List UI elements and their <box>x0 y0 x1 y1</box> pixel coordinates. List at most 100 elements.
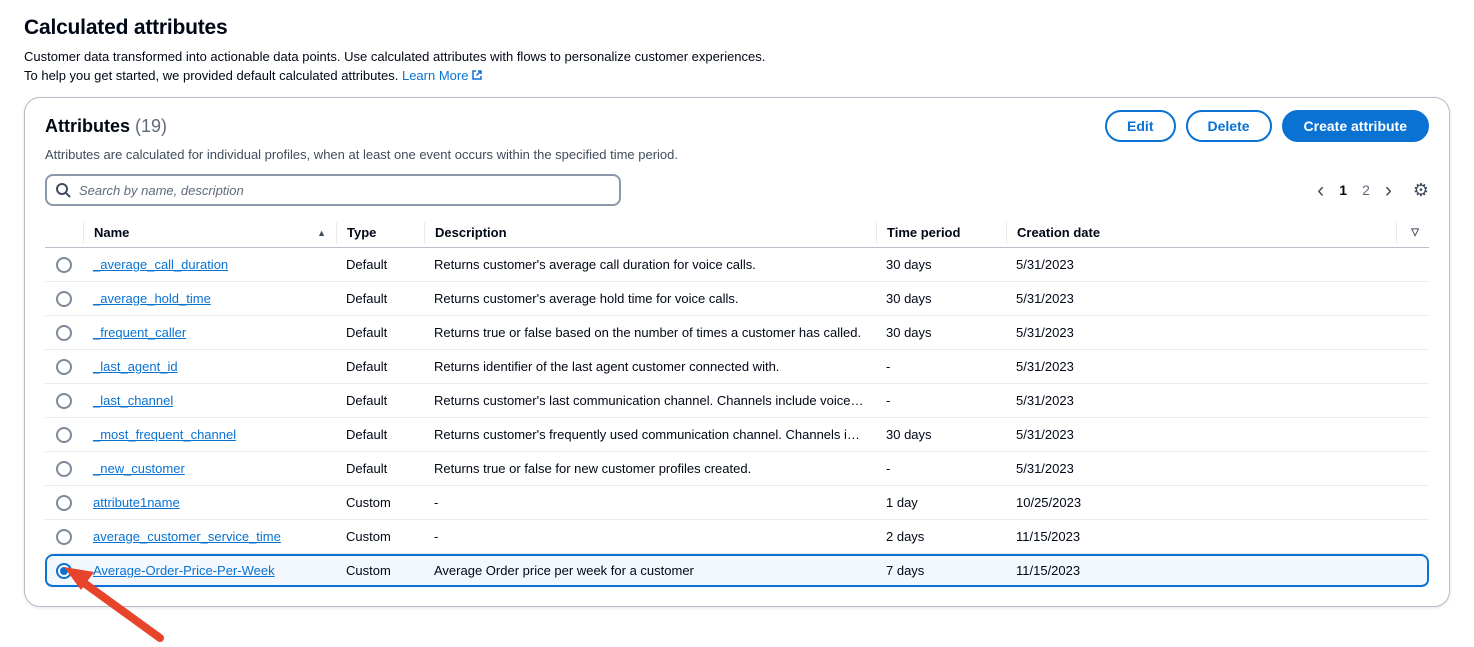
attribute-name-link[interactable]: _new_customer <box>93 461 185 476</box>
table-row[interactable]: _new_customer Default Returns true or fa… <box>45 452 1429 486</box>
attribute-name-link[interactable]: _last_agent_id <box>93 359 178 374</box>
description-cell: Returns customer's average call duration… <box>424 257 876 272</box>
create-attribute-button[interactable]: Create attribute <box>1282 110 1429 142</box>
row-radio[interactable] <box>56 529 72 545</box>
time-period-cell: 2 days <box>876 529 1006 544</box>
row-radio[interactable] <box>56 495 72 511</box>
sort-ascending-icon: ▲ <box>317 228 326 238</box>
row-radio[interactable] <box>56 257 72 273</box>
row-radio[interactable] <box>56 291 72 307</box>
type-cell: Custom <box>336 495 424 510</box>
type-cell: Default <box>336 325 424 340</box>
attribute-name-link[interactable]: _average_call_duration <box>93 257 228 272</box>
description-cell: Returns customer's last communication ch… <box>424 393 876 408</box>
description-cell: Returns identifier of the last agent cus… <box>424 359 876 374</box>
filter-icon[interactable]: ▽ <box>1396 222 1419 244</box>
creation-date-cell: 11/15/2023 <box>1006 563 1429 578</box>
page-1-button[interactable]: 1 <box>1339 182 1347 198</box>
description-cell: Returns customer's average hold time for… <box>424 291 876 306</box>
row-radio[interactable] <box>56 393 72 409</box>
column-header-time-period[interactable]: Time period <box>876 222 1006 244</box>
pagination: ‹ 1 2 › ⚙ <box>1317 180 1429 201</box>
creation-date-cell: 5/31/2023 <box>1006 291 1429 306</box>
creation-date-cell: 5/31/2023 <box>1006 427 1429 442</box>
attribute-name-link[interactable]: _last_channel <box>93 393 173 408</box>
type-cell: Default <box>336 393 424 408</box>
row-radio[interactable] <box>56 325 72 341</box>
attributes-panel: Attributes (19) Edit Delete Create attri… <box>24 97 1450 607</box>
row-radio[interactable] <box>56 461 72 477</box>
attributes-table: Name ▲ Type Description Time period Crea… <box>45 218 1429 588</box>
attribute-name-link[interactable]: _most_frequent_channel <box>93 427 236 442</box>
row-radio[interactable] <box>56 427 72 443</box>
table-row-selected[interactable]: Average-Order-Price-Per-Week Custom Aver… <box>45 554 1429 588</box>
description-cell: - <box>424 529 876 544</box>
time-period-cell: 30 days <box>876 257 1006 272</box>
type-cell: Default <box>336 427 424 442</box>
description-cell: - <box>424 495 876 510</box>
creation-date-cell: 11/15/2023 <box>1006 529 1429 544</box>
creation-date-cell: 5/31/2023 <box>1006 359 1429 374</box>
time-period-cell: 30 days <box>876 325 1006 340</box>
external-link-icon <box>471 69 483 81</box>
column-header-name[interactable]: Name ▲ <box>83 222 336 244</box>
panel-actions: Edit Delete Create attribute <box>1105 110 1429 142</box>
table-row[interactable]: _average_call_duration Default Returns c… <box>45 248 1429 282</box>
time-period-cell: 30 days <box>876 427 1006 442</box>
description-cell: Returns true or false for new customer p… <box>424 461 876 476</box>
table-row[interactable]: _most_frequent_channel Default Returns c… <box>45 418 1429 452</box>
table-row[interactable]: average_customer_service_time Custom - 2… <box>45 520 1429 554</box>
attributes-count: (19) <box>135 116 167 136</box>
panel-title: Attributes (19) <box>45 116 167 137</box>
time-period-cell: 1 day <box>876 495 1006 510</box>
next-page-button[interactable]: › <box>1385 180 1392 201</box>
table-header-row: Name ▲ Type Description Time period Crea… <box>45 218 1429 248</box>
attribute-name-link[interactable]: _average_hold_time <box>93 291 211 306</box>
time-period-cell: - <box>876 461 1006 476</box>
table-row[interactable]: _last_channel Default Returns customer's… <box>45 384 1429 418</box>
previous-page-button[interactable]: ‹ <box>1317 180 1324 201</box>
creation-date-cell: 5/31/2023 <box>1006 393 1429 408</box>
attribute-name-link[interactable]: average_customer_service_time <box>93 529 281 544</box>
table-row[interactable]: _last_agent_id Default Returns identifie… <box>45 350 1429 384</box>
settings-gear-icon[interactable]: ⚙ <box>1413 180 1429 201</box>
description-line-2: To help you get started, we provided def… <box>24 68 398 83</box>
table-row[interactable]: _frequent_caller Default Returns true or… <box>45 316 1429 350</box>
search-box <box>45 174 621 206</box>
page-title: Calculated attributes <box>24 16 1450 40</box>
type-cell: Default <box>336 461 424 476</box>
row-radio-selected[interactable] <box>56 563 72 579</box>
time-period-cell: 7 days <box>876 563 1006 578</box>
column-header-creation-date[interactable]: Creation date ▽ <box>1006 222 1429 244</box>
search-icon <box>55 182 71 198</box>
creation-date-cell: 5/31/2023 <box>1006 257 1429 272</box>
description-line-1: Customer data transformed into actionabl… <box>24 49 765 64</box>
creation-date-cell: 10/25/2023 <box>1006 495 1429 510</box>
creation-date-cell: 5/31/2023 <box>1006 461 1429 476</box>
row-radio[interactable] <box>56 359 72 375</box>
creation-date-cell: 5/31/2023 <box>1006 325 1429 340</box>
attribute-name-link[interactable]: Average-Order-Price-Per-Week <box>93 563 275 578</box>
delete-button[interactable]: Delete <box>1186 110 1272 142</box>
time-period-cell: - <box>876 359 1006 374</box>
attribute-name-link[interactable]: attribute1name <box>93 495 180 510</box>
column-header-type[interactable]: Type <box>336 222 424 244</box>
search-input[interactable] <box>45 174 621 206</box>
type-cell: Custom <box>336 529 424 544</box>
calculated-attributes-page: Calculated attributes Customer data tran… <box>0 0 1474 607</box>
table-row[interactable]: _average_hold_time Default Returns custo… <box>45 282 1429 316</box>
learn-more-link[interactable]: Learn More <box>402 68 483 83</box>
type-cell: Default <box>336 359 424 374</box>
description-cell: Returns customer's frequently used commu… <box>424 427 876 442</box>
column-header-description[interactable]: Description <box>424 222 876 244</box>
time-period-cell: 30 days <box>876 291 1006 306</box>
attribute-name-link[interactable]: _frequent_caller <box>93 325 186 340</box>
table-toolbar: ‹ 1 2 › ⚙ <box>45 174 1429 206</box>
type-cell: Default <box>336 257 424 272</box>
time-period-cell: - <box>876 393 1006 408</box>
description-cell: Average Order price per week for a custo… <box>424 563 876 578</box>
page-2-button[interactable]: 2 <box>1362 182 1370 198</box>
edit-button[interactable]: Edit <box>1105 110 1175 142</box>
table-row[interactable]: attribute1name Custom - 1 day 10/25/2023 <box>45 486 1429 520</box>
page-description: Customer data transformed into actionabl… <box>24 47 1450 85</box>
